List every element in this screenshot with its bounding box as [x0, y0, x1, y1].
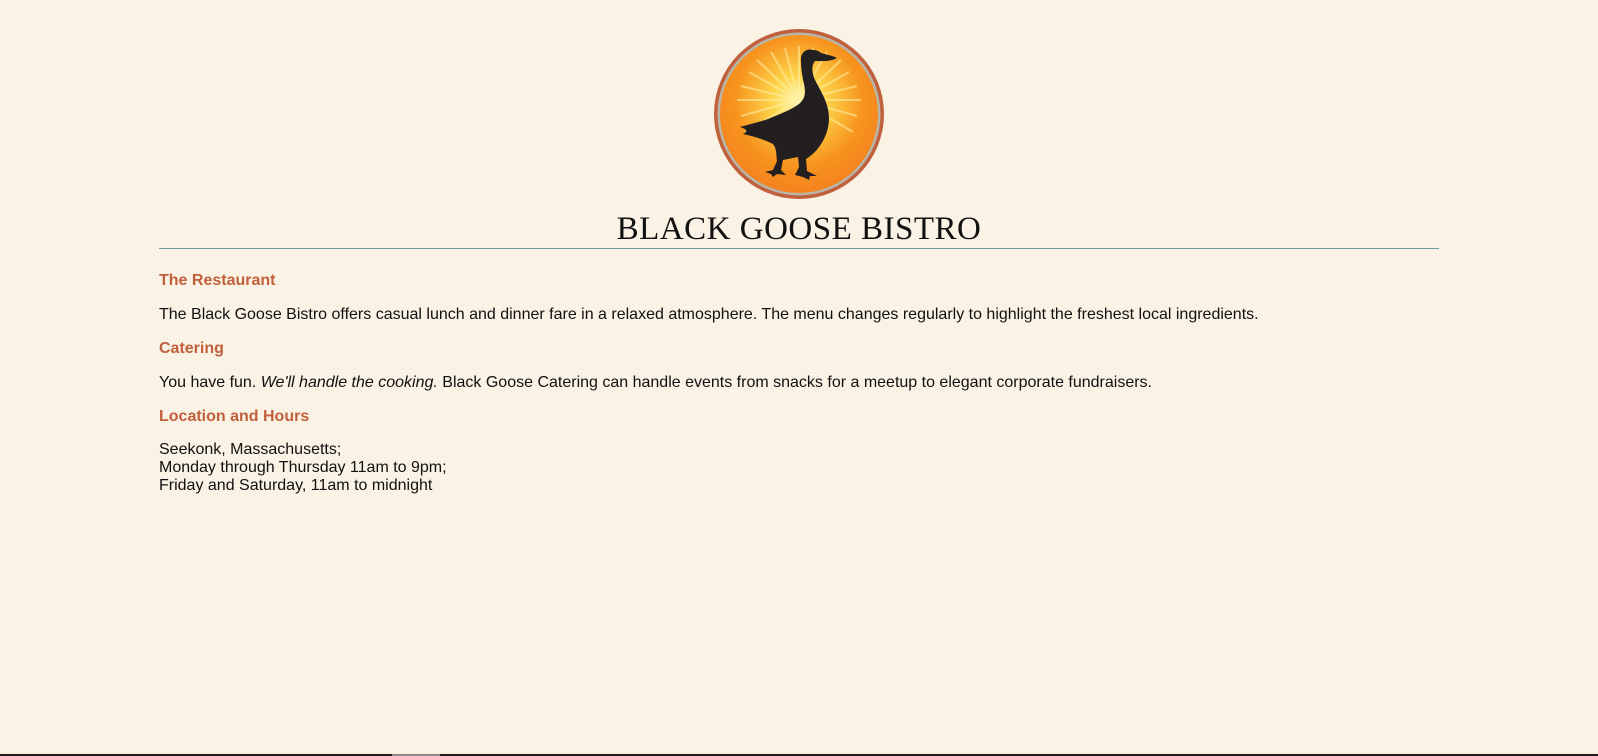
catering-heading: Catering	[159, 340, 224, 357]
catering-description: You have fun. We'll handle the cooking. …	[159, 373, 1439, 392]
catering-emphasis-text: We'll handle the cooking.	[260, 374, 438, 391]
masthead: BLACK GOOSE BISTRO	[159, 28, 1439, 249]
site-title: BLACK GOOSE BISTRO	[159, 212, 1439, 249]
main-content: The Restaurant The Black Goose Bistro of…	[159, 271, 1439, 495]
restaurant-heading: The Restaurant	[159, 272, 276, 289]
location-hours-heading: Location and Hours	[159, 408, 310, 425]
hours-weekday-line: Monday through Thursday 11am to 9pm;	[159, 459, 447, 476]
catering-body-text: Black Goose Catering can handle events f…	[442, 374, 1152, 391]
location-hours-text: Seekonk, Massachusetts; Monday through T…	[159, 441, 1439, 495]
page-container: BLACK GOOSE BISTRO The Restaurant The Bl…	[159, 0, 1439, 495]
goose-silhouette-logo-icon	[714, 29, 884, 199]
hours-weekend-line: Friday and Saturday, 11am to midnight	[159, 477, 433, 494]
location-line: Seekonk, Massachusetts;	[159, 441, 342, 458]
restaurant-description: The Black Goose Bistro offers casual lun…	[159, 306, 1259, 323]
catering-lead-text: You have fun.	[159, 374, 257, 391]
